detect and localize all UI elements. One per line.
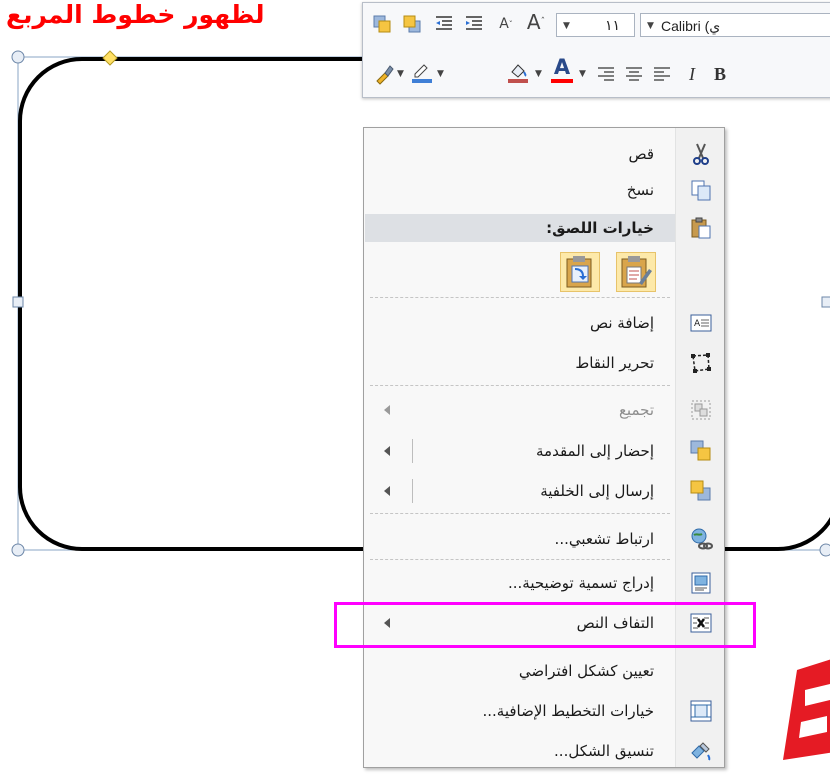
- svg-text:A: A: [694, 319, 701, 329]
- text-box-icon: A: [690, 314, 712, 332]
- menu-item-set-default[interactable]: تعيين كشكل افتراضي: [364, 653, 724, 689]
- decrease-indent-icon[interactable]: [431, 11, 457, 37]
- bring-forward-icon[interactable]: [369, 11, 395, 37]
- menu-item-label: تجميع: [618, 401, 654, 419]
- paste-picture-button[interactable]: [560, 252, 600, 292]
- split-divider: [412, 479, 413, 503]
- format-painter-icon[interactable]: [371, 61, 397, 87]
- bold-icon[interactable]: B: [707, 61, 733, 87]
- menu-item-label: إرسال إلى الخلفية: [540, 482, 654, 500]
- paste-keep-source-button[interactable]: [616, 252, 656, 292]
- wrap-text-highlight-box: [334, 602, 756, 648]
- split-divider: [412, 439, 413, 463]
- edit-points-icon: [691, 353, 711, 373]
- menu-separator: [370, 385, 670, 386]
- menu-item-label: إضافة نص: [589, 314, 654, 332]
- menu-separator: [370, 559, 670, 560]
- submenu-arrow-icon: [384, 405, 390, 415]
- fill-color-dropdown[interactable]: ▼: [535, 69, 542, 79]
- menu-item-format-shape[interactable]: تنسيق الشكل...: [364, 733, 724, 769]
- font-color-icon[interactable]: A: [549, 57, 575, 83]
- group-icon: [691, 400, 711, 420]
- menu-item-label: تحرير النقاط: [575, 354, 654, 372]
- align-right-icon[interactable]: [593, 61, 619, 87]
- menu-item-label: إحضار إلى المقدمة: [536, 442, 654, 460]
- highlight-color-dropdown[interactable]: ▼: [437, 69, 444, 79]
- menu-item-label: نسخ: [626, 181, 654, 199]
- send-backward-icon[interactable]: [399, 11, 425, 37]
- menu-item-insert-caption[interactable]: إدراج تسمية توضيحية...: [364, 565, 724, 601]
- font-name-combo[interactable]: ▼ Calibri (ي: [640, 13, 830, 37]
- handle-mid-right: [821, 296, 830, 308]
- format-painter-dropdown[interactable]: ▼: [397, 69, 404, 79]
- bring-front-icon: [690, 440, 711, 461]
- mini-toolbar: Aˇ Aˆ ▼ ١١ ▼ Calibri (ي ▼ ▼ ▼ A ▼ I B: [362, 2, 830, 98]
- submenu-arrow-icon[interactable]: [384, 446, 390, 456]
- paste-options-header: خيارات اللصق:: [364, 210, 724, 246]
- fill-color-icon[interactable]: [505, 59, 531, 85]
- font-name-value: Calibri (ي: [661, 18, 721, 34]
- handle-mid-left: [12, 296, 24, 308]
- caption-icon: [691, 572, 711, 594]
- paste-options-label: خيارات اللصق:: [546, 219, 654, 237]
- submenu-arrow-icon[interactable]: [384, 486, 390, 496]
- menu-item-send-to-back[interactable]: إرسال إلى الخلفية: [364, 473, 724, 509]
- menu-item-label: إدراج تسمية توضيحية...: [507, 574, 654, 592]
- layout-options-icon: [690, 700, 712, 722]
- font-color-dropdown[interactable]: ▼: [579, 69, 586, 79]
- increase-indent-icon[interactable]: [461, 11, 487, 37]
- handle-top-left: [11, 50, 25, 64]
- menu-item-add-text[interactable]: إضافة نص A: [364, 305, 724, 341]
- menu-item-label: تنسيق الشكل...: [554, 742, 654, 760]
- globe-link-icon: [691, 528, 713, 550]
- grow-font-icon[interactable]: Aˆ: [523, 9, 549, 35]
- highlight-color-icon[interactable]: [409, 59, 435, 85]
- menu-item-label: تعيين كشكل افتراضي: [518, 662, 654, 680]
- menu-separator: [370, 513, 670, 514]
- format-shape-icon: [691, 742, 711, 761]
- font-size-value: ١١: [604, 18, 620, 34]
- handle-bottom-right: [819, 543, 830, 557]
- shrink-font-icon[interactable]: Aˇ: [493, 11, 519, 37]
- italic-icon[interactable]: I: [679, 61, 705, 87]
- menu-separator: [370, 297, 670, 298]
- clipboard-icon: [691, 217, 711, 239]
- send-back-icon: [690, 480, 711, 501]
- menu-item-cut[interactable]: قص: [364, 136, 724, 172]
- menu-item-label: قص: [628, 145, 654, 163]
- align-center-icon[interactable]: [621, 61, 647, 87]
- paste-keep-formatting-icon: [621, 256, 652, 288]
- menu-item-bring-to-front[interactable]: إحضار إلى المقدمة: [364, 433, 724, 469]
- handle-bottom-left: [11, 543, 25, 557]
- menu-item-edit-points[interactable]: تحرير النقاط: [364, 345, 724, 381]
- watermark-logo: [783, 659, 830, 760]
- paste-picture-icon: [566, 256, 592, 288]
- copy-icon: [691, 180, 711, 201]
- align-left-icon[interactable]: [649, 61, 675, 87]
- context-menu: قص نسخ خيارات اللصق: إضافة نص A تحرير ال…: [363, 127, 725, 768]
- menu-item-group: تجميع: [364, 392, 724, 428]
- menu-item-hyperlink[interactable]: ارتباط تشعبي...: [364, 521, 724, 557]
- menu-item-label: ارتباط تشعبي...: [554, 530, 654, 548]
- menu-item-copy[interactable]: نسخ: [364, 172, 724, 208]
- menu-item-more-layout[interactable]: خيارات التخطيط الإضافية...: [364, 693, 724, 729]
- font-size-combo[interactable]: ▼ ١١: [556, 13, 635, 37]
- scissors-icon: [693, 143, 709, 165]
- menu-item-label: خيارات التخطيط الإضافية...: [482, 702, 654, 720]
